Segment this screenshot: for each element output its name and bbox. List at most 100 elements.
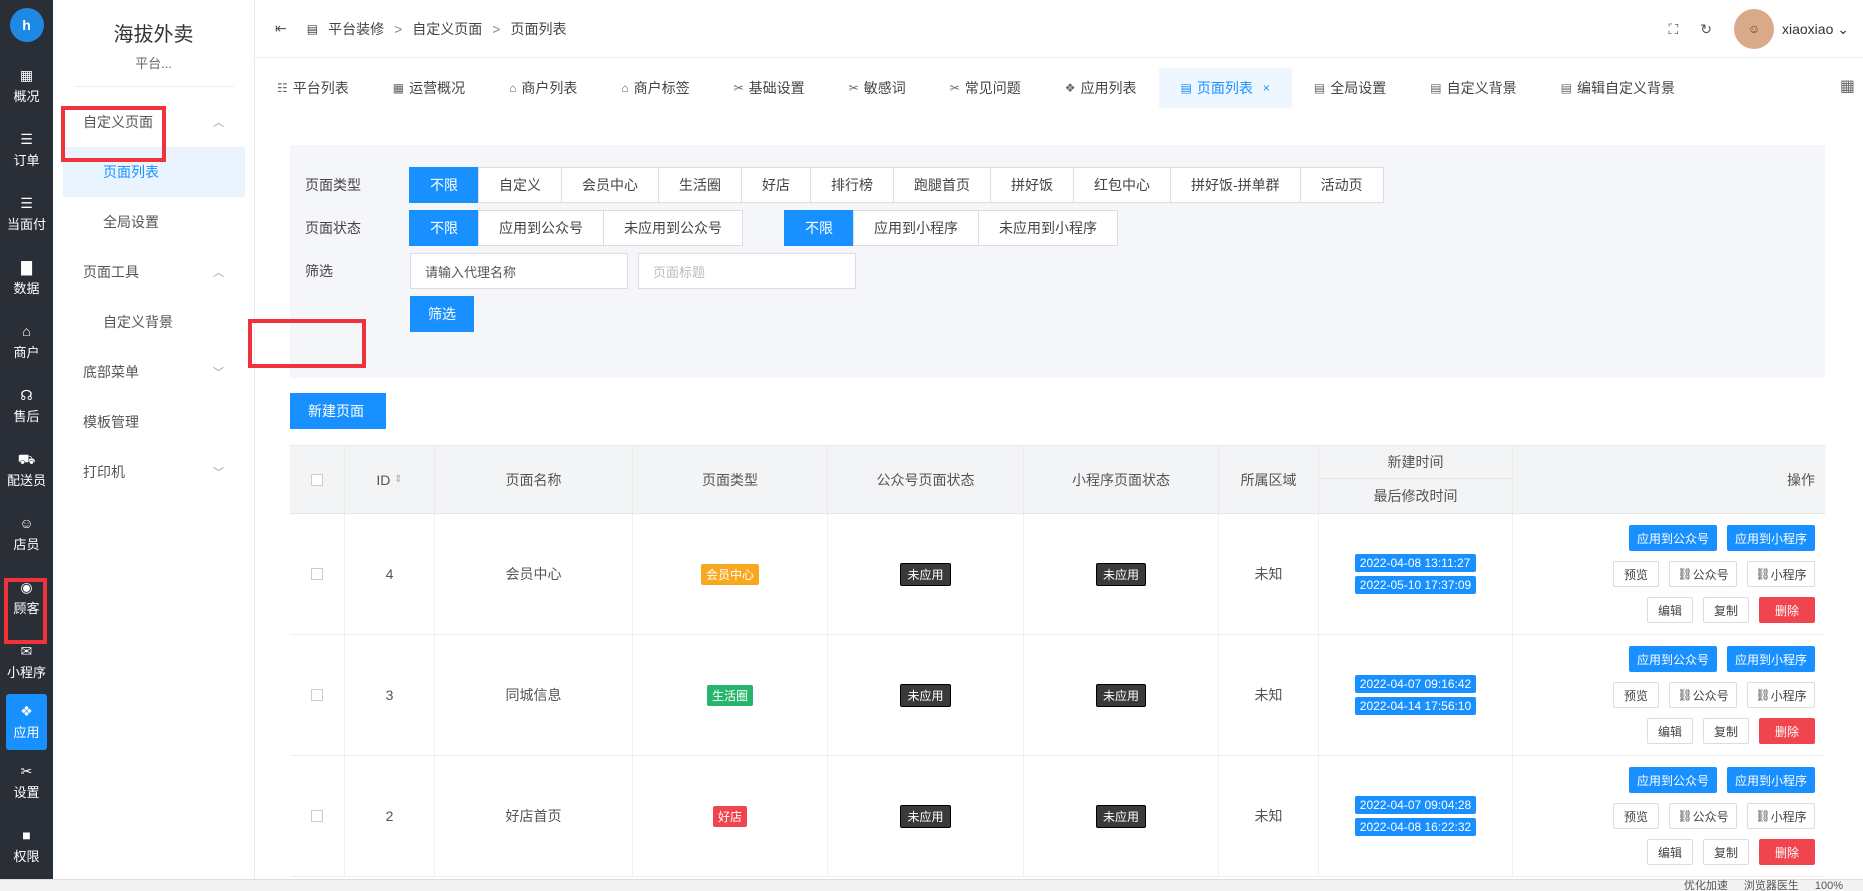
apply-app-button[interactable]: 应用到小程序 <box>1727 525 1815 551</box>
rail-item-lock[interactable]: ■ 权限 <box>0 814 53 878</box>
fullscreen-icon[interactable]: ⛶ <box>1668 21 1678 38</box>
menu-item-global-settings[interactable]: 全局设置 <box>53 197 254 247</box>
select-all-checkbox[interactable] <box>311 473 323 486</box>
app-link-button[interactable]: ⛓ 小程序 <box>1747 561 1815 587</box>
app-root: h ▦ 概况 ☰ 订单 ☰ 当面付 ▇ 数据 ⌂ 商户 ☊ 售后 ⛟ 配送员 ☺ 店员 ◉ 顾客 ✉ 小程序 ❖ 应用 ✂ 设… <box>0 0 1863 891</box>
crumb-item[interactable]: 平台装修 <box>328 19 384 39</box>
zoom-level[interactable]: 100% <box>1815 880 1843 891</box>
row-checkbox[interactable] <box>311 810 323 822</box>
tab-2[interactable]: ▦ 运营概况 <box>371 68 487 108</box>
segment-option[interactable]: 会员中心 <box>561 167 659 203</box>
username[interactable]: xiaoxiao ⌄ <box>1782 21 1849 38</box>
cell-id: 2 <box>345 756 435 876</box>
rail-item-list[interactable]: ☰ 订单 <box>0 118 53 182</box>
rail-item-user[interactable]: ☺ 店员 <box>0 502 53 566</box>
app-link-button[interactable]: ⛓ 小程序 <box>1747 803 1815 829</box>
menu-item-custom-bg[interactable]: 自定义背景 <box>53 297 254 347</box>
copy-button[interactable]: 复制 <box>1703 597 1749 623</box>
segment-option[interactable]: 应用到小程序 <box>853 210 979 246</box>
segment-option[interactable]: 活动页 <box>1299 167 1384 203</box>
menu-group-printer[interactable]: 打印机 ﹀ <box>53 447 254 497</box>
tab-icon: ❖ <box>1064 81 1076 95</box>
apply-app-button[interactable]: 应用到小程序 <box>1727 767 1815 793</box>
tab-4[interactable]: ⌂ 商户标签 <box>599 68 711 108</box>
close-icon[interactable]: × <box>1263 81 1270 95</box>
rail-item-truck[interactable]: ⛟ 配送员 <box>0 438 53 502</box>
tab-10[interactable]: ▤ 全局设置 <box>1292 68 1408 108</box>
copy-button[interactable]: 复制 <box>1703 839 1749 865</box>
apply-mp-button[interactable]: 应用到公众号 <box>1629 767 1717 793</box>
segment-option[interactable]: 应用到公众号 <box>478 210 604 246</box>
rail-item-headset[interactable]: ☊ 售后 <box>0 374 53 438</box>
mp-link-button[interactable]: ⛓ 公众号 <box>1669 803 1737 829</box>
preview-button[interactable]: 预览 <box>1613 561 1659 587</box>
segment-option[interactable]: 红包中心 <box>1073 167 1171 203</box>
table-row: 4 会员中心 会员中心 未应用 未应用 未知 2022-04-08 13:11:27 2022… <box>290 514 1825 635</box>
segment-option[interactable]: 不限 <box>409 210 479 246</box>
tab-12[interactable]: ▤ 编辑自定义背景 <box>1539 68 1697 108</box>
status-item[interactable]: 浏览器医生 <box>1744 880 1799 891</box>
tab-3[interactable]: ⌂ 商户列表 <box>487 68 599 108</box>
rail-item-apps[interactable]: ❖ 应用 <box>6 694 47 750</box>
mp-link-button[interactable]: ⛓ 公众号 <box>1669 682 1737 708</box>
tabs-menu-icon[interactable]: ▦ <box>1840 76 1855 96</box>
edit-button[interactable]: 编辑 <box>1647 597 1693 623</box>
row-checkbox[interactable] <box>311 689 323 701</box>
col-id[interactable]: ID ⇕ <box>345 446 435 513</box>
edit-button[interactable]: 编辑 <box>1647 718 1693 744</box>
tab-11[interactable]: ▤ 自定义背景 <box>1408 68 1538 108</box>
tab-8[interactable]: ❖ 应用列表 <box>1043 68 1159 108</box>
headset-icon: ☊ <box>20 387 33 403</box>
segment-option[interactable]: 未应用到公众号 <box>603 210 743 246</box>
rail-item-dashboard[interactable]: ▦ 概况 <box>0 54 53 118</box>
delete-button[interactable]: 删除 <box>1759 718 1815 744</box>
filter-button[interactable]: 筛选 <box>410 296 474 332</box>
segment-option[interactable]: 排行榜 <box>810 167 894 203</box>
page-title-input[interactable]: 页面标题 <box>638 253 856 289</box>
new-page-button[interactable]: 新建页面 <box>290 393 386 429</box>
mp-link-button[interactable]: ⛓ 公众号 <box>1669 561 1737 587</box>
rail-item-list[interactable]: ☰ 当面付 <box>0 182 53 246</box>
app-link-button[interactable]: ⛓ 小程序 <box>1747 682 1815 708</box>
crumb-separator: > <box>492 20 501 37</box>
apply-mp-button[interactable]: 应用到公众号 <box>1629 525 1717 551</box>
tab-5[interactable]: ✂ 基础设置 <box>712 68 827 108</box>
rail-item-settings[interactable]: ✂ 设置 <box>0 750 53 814</box>
segment-option[interactable]: 好店 <box>741 167 811 203</box>
agent-name-input[interactable]: 请输入代理名称 <box>410 253 628 289</box>
preview-button[interactable]: 预览 <box>1613 803 1659 829</box>
segment-option[interactable]: 生活圈 <box>658 167 742 203</box>
tab-6[interactable]: ✂ 敏感词 <box>827 68 928 108</box>
sort-icon[interactable]: ⇕ <box>394 474 402 485</box>
tab-7[interactable]: ✂ 常见问题 <box>928 68 1043 108</box>
segment-option[interactable]: 自定义 <box>478 167 562 203</box>
segment-option[interactable]: 拼好饭 <box>990 167 1074 203</box>
segment-option[interactable]: 不限 <box>784 210 854 246</box>
apply-mp-button[interactable]: 应用到公众号 <box>1629 646 1717 672</box>
delete-button[interactable]: 删除 <box>1759 839 1815 865</box>
crumb-item[interactable]: 自定义页面 <box>412 19 482 39</box>
row-checkbox[interactable] <box>311 568 323 580</box>
refresh-icon[interactable]: ↻ <box>1700 21 1712 38</box>
edit-button[interactable]: 编辑 <box>1647 839 1693 865</box>
segment-option[interactable]: 拼好饭-拼单群 <box>1170 167 1301 203</box>
apply-app-button[interactable]: 应用到小程序 <box>1727 646 1815 672</box>
preview-button[interactable]: 预览 <box>1613 682 1659 708</box>
tab-1[interactable]: ☷ 平台列表 <box>255 68 371 108</box>
copy-button[interactable]: 复制 <box>1703 718 1749 744</box>
menu-group-page-tools[interactable]: 页面工具 ︿ <box>53 247 254 297</box>
tab-9[interactable]: ▤ 页面列表 × <box>1158 68 1292 108</box>
rail-item-chart[interactable]: ▇ 数据 <box>0 246 53 310</box>
rail-item-store[interactable]: ⌂ 商户 <box>0 310 53 374</box>
type-segment: 不限 自定义 会员中心 生活圈 好店 排行榜 跑腿首页 拼好饭 红包中心 拼好饭-拼单群 活动页 <box>409 167 1384 203</box>
segment-option[interactable]: 跑腿首页 <box>893 167 991 203</box>
avatar[interactable]: ☺ <box>1734 9 1774 49</box>
collapse-menu-icon[interactable]: ⇤ <box>275 20 287 37</box>
menu-group-bottom-menu[interactable]: 底部菜单 ﹀ <box>53 347 254 397</box>
segment-option[interactable]: 不限 <box>409 167 479 203</box>
chevron-down-icon: ⌄ <box>1837 20 1849 37</box>
status-item[interactable]: 优化加速 <box>1684 880 1728 891</box>
delete-button[interactable]: 删除 <box>1759 597 1815 623</box>
segment-option[interactable]: 未应用到小程序 <box>978 210 1118 246</box>
menu-group-templates[interactable]: 模板管理 <box>53 397 254 447</box>
